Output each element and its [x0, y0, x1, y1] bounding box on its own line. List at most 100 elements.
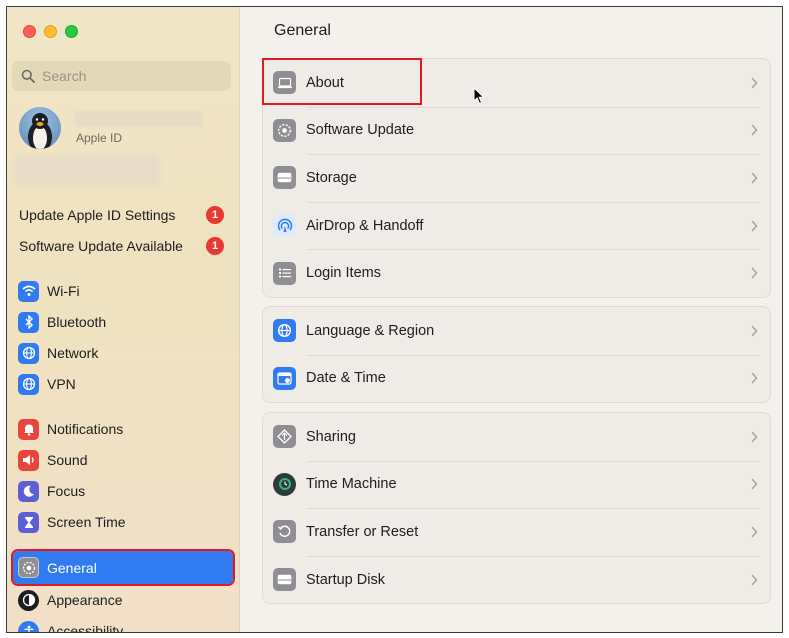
sidebar-item-label: Appearance: [47, 592, 123, 608]
row-label: Time Machine: [306, 476, 397, 493]
row-label: AirDrop & Handoff: [306, 217, 424, 234]
sidebar-item-label: Sound: [47, 452, 88, 468]
chevron-right-icon: [751, 478, 758, 490]
cursor-icon: [473, 87, 485, 105]
window: Apple ID Update Apple ID Settings 1 Soft…: [6, 6, 783, 633]
sidebar-item-label: Bluetooth: [47, 314, 107, 330]
row-language-region[interactable]: Language & Region: [263, 307, 770, 355]
chevron-right-icon: [751, 77, 758, 89]
sidebar-item-vpn[interactable]: VPN: [15, 371, 230, 397]
row-label: Sharing: [306, 428, 356, 445]
redacted-block: [15, 155, 159, 185]
row-airdrop-handoff[interactable]: AirDrop & Handoff: [263, 201, 770, 250]
globe-icon: [18, 342, 39, 364]
sidebar-item-wifi[interactable]: Wi-Fi: [15, 278, 230, 304]
chevron-right-icon: [751, 267, 758, 279]
row-transfer-reset[interactable]: Transfer or Reset: [263, 508, 770, 556]
list-icon: [273, 261, 296, 285]
drive-icon: [273, 568, 296, 592]
row-about[interactable]: About: [263, 59, 770, 107]
content-pane: General About Software Update Storage Ai…: [241, 7, 782, 632]
wifi-icon: [18, 280, 39, 302]
row-label: Software Update: [306, 122, 415, 139]
bell-icon: [18, 418, 39, 440]
notification-badge: 1: [206, 237, 224, 255]
notice-label: Software Update Available: [19, 238, 183, 254]
row-label: Language & Region: [306, 322, 435, 339]
sidebar-item-label: Accessibility: [47, 623, 124, 633]
drive-icon: [273, 166, 296, 190]
sidebar-item-label: Focus: [47, 483, 86, 499]
sidebar-item-label: Wi-Fi: [47, 283, 80, 299]
accessibility-icon: [18, 620, 39, 632]
row-time-machine[interactable]: Time Machine: [263, 460, 770, 509]
airdrop-icon: [273, 214, 296, 238]
chevron-right-icon: [751, 124, 758, 136]
apple-id-entry[interactable]: Apple ID: [19, 107, 234, 152]
gear-icon: [273, 118, 296, 142]
globe-icon: [18, 373, 39, 395]
time-machine-icon: [273, 472, 296, 496]
chevron-right-icon: [751, 526, 758, 538]
sidebar-item-label: Notifications: [47, 421, 124, 437]
row-label: Startup Disk: [306, 571, 385, 588]
search-field[interactable]: [12, 61, 231, 91]
notice-label: Update Apple ID Settings: [19, 207, 176, 223]
row-software-update[interactable]: Software Update: [263, 106, 770, 155]
sidebar-item-network[interactable]: Network: [15, 340, 230, 366]
sidebar-item-notifications[interactable]: Notifications: [15, 416, 230, 442]
speaker-icon: [18, 449, 39, 471]
sharing-icon: [273, 425, 296, 449]
update-apple-id-settings[interactable]: Update Apple ID Settings 1: [19, 204, 224, 226]
settings-group: About Software Update Storage AirDrop & …: [262, 58, 771, 298]
page-title: General: [274, 22, 331, 39]
row-sharing[interactable]: Sharing: [263, 413, 770, 461]
row-label: Date & Time: [306, 370, 386, 387]
window-controls: [23, 25, 78, 38]
chevron-right-icon: [751, 431, 758, 443]
row-startup-disk[interactable]: Startup Disk: [263, 555, 770, 604]
sidebar-item-screen-time[interactable]: Screen Time: [15, 509, 230, 535]
sidebar-item-accessibility[interactable]: Accessibility: [15, 618, 230, 633]
sidebar-item-label: VPN: [47, 376, 76, 392]
row-label: About: [306, 74, 344, 91]
chevron-right-icon: [751, 325, 758, 337]
row-label: Storage: [306, 169, 357, 186]
sidebar-item-label: General: [47, 559, 97, 576]
chevron-right-icon: [751, 172, 758, 184]
sidebar-item-appearance[interactable]: Appearance: [15, 587, 230, 613]
sidebar-item-label: Screen Time: [47, 514, 126, 530]
search-icon: [21, 69, 35, 83]
notification-badge: 1: [206, 206, 224, 224]
sidebar-item-label: Network: [47, 345, 99, 361]
penguin-icon: [28, 113, 52, 149]
close-button[interactable]: [23, 25, 36, 38]
software-update-available[interactable]: Software Update Available 1: [19, 235, 224, 257]
row-label: Login Items: [306, 265, 381, 282]
row-storage[interactable]: Storage: [263, 154, 770, 202]
minimize-button[interactable]: [44, 25, 57, 38]
chevron-right-icon: [751, 372, 758, 384]
search-input[interactable]: [42, 68, 212, 84]
redacted-name: [75, 111, 203, 127]
globe-icon: [273, 319, 296, 343]
sidebar-item-focus[interactable]: Focus: [15, 478, 230, 504]
gear-icon: [18, 557, 39, 578]
hourglass-icon: [18, 511, 39, 533]
laptop-icon: [273, 71, 296, 95]
calendar-icon: [273, 366, 296, 390]
sidebar-item-bluetooth[interactable]: Bluetooth: [15, 309, 230, 335]
row-login-items[interactable]: Login Items: [263, 249, 770, 297]
zoom-button[interactable]: [65, 25, 78, 38]
avatar: [19, 107, 61, 149]
settings-group: Language & Region Date & Time: [262, 306, 771, 404]
chevron-right-icon: [751, 220, 758, 232]
row-date-time[interactable]: Date & Time: [263, 354, 770, 403]
chevron-right-icon: [751, 574, 758, 586]
row-label: Transfer or Reset: [306, 523, 419, 540]
sidebar-item-general[interactable]: General: [11, 549, 235, 586]
settings-group: Sharing Time Machine Transfer or Reset S…: [262, 412, 771, 605]
reset-icon: [273, 520, 296, 544]
moon-icon: [18, 480, 39, 502]
sidebar-item-sound[interactable]: Sound: [15, 447, 230, 473]
